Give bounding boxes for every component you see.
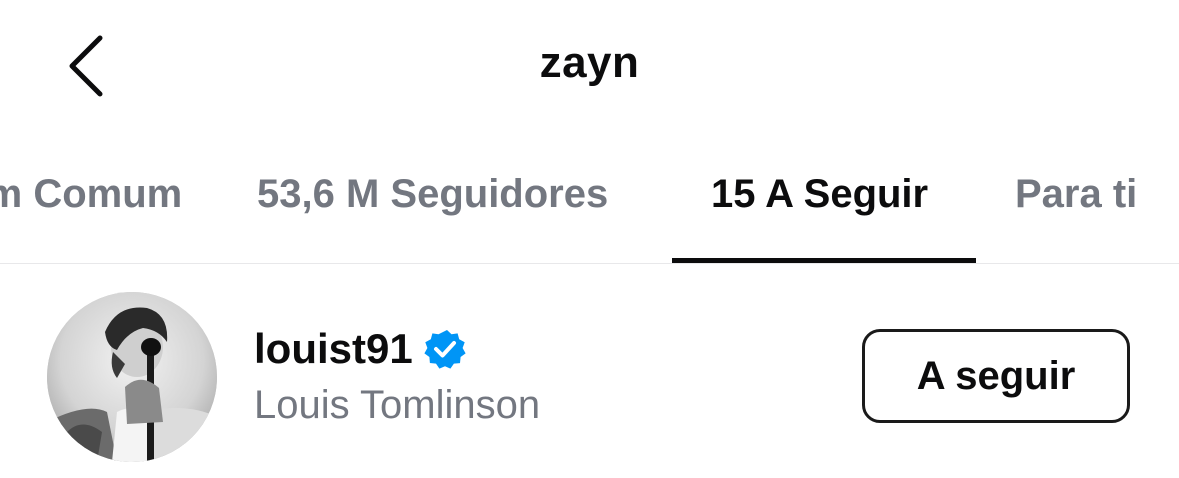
username-line: louist91 [254, 325, 467, 373]
tab-following[interactable]: 15 A Seguir [711, 172, 928, 217]
page-title: zayn [539, 38, 640, 87]
list-item[interactable]: louist91 Louis Tomlinson A seguir [0, 265, 1179, 478]
tab-mutual[interactable]: Em Comum [0, 172, 182, 217]
tab-followers[interactable]: 53,6 M Seguidores [257, 172, 608, 217]
top-header: zayn [0, 0, 1179, 140]
verified-badge-icon [423, 327, 467, 371]
tab-bar: Em Comum 53,6 M Seguidores 15 A Seguir P… [0, 162, 1179, 264]
following-button[interactable]: A seguir [862, 329, 1130, 423]
active-tab-indicator [672, 258, 976, 263]
avatar-photo [47, 292, 217, 462]
full-name: Louis Tomlinson [254, 383, 541, 427]
username[interactable]: louist91 [254, 325, 413, 373]
avatar[interactable] [47, 292, 217, 462]
tab-for-you[interactable]: Para ti [1015, 172, 1137, 217]
